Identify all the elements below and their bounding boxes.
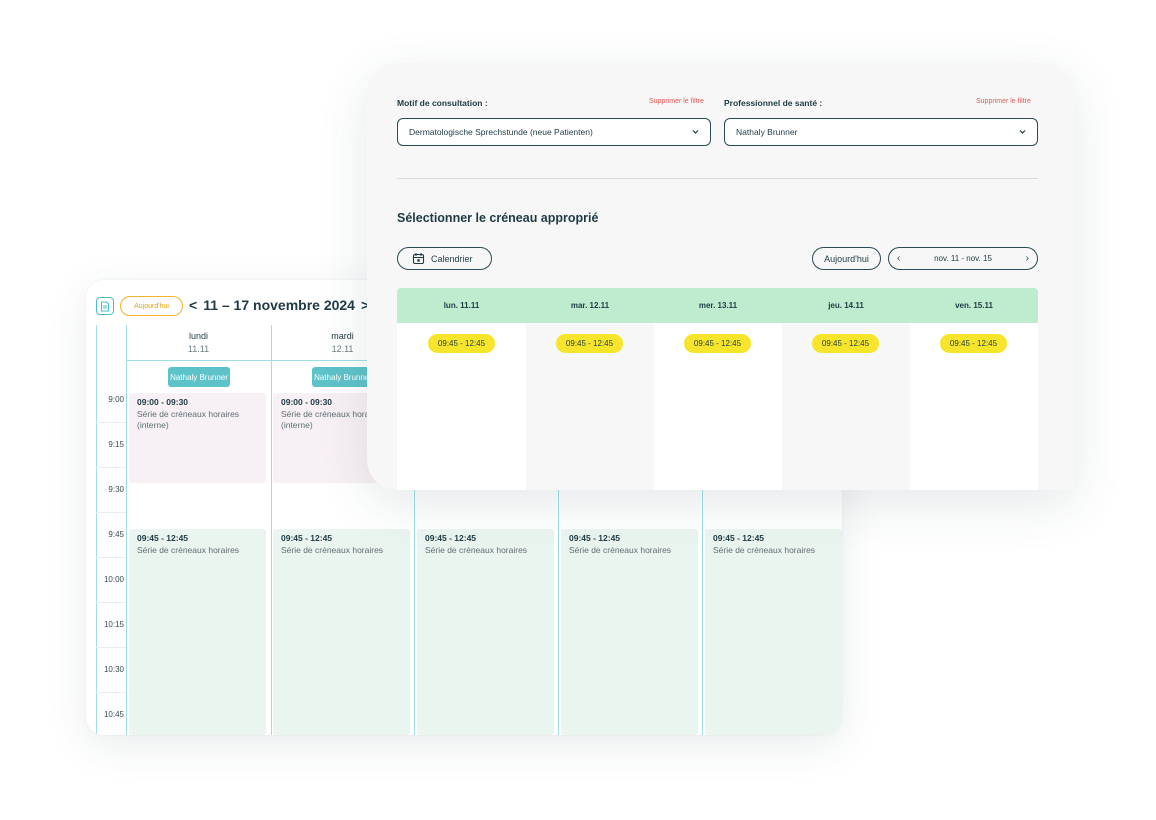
- day-date: 11.11: [187, 344, 210, 354]
- slot-series-event[interactable]: 09:45 - 12:45 Série de créneaux horaires: [561, 529, 698, 735]
- grid-line: [96, 422, 126, 423]
- event-time: 09:00 - 09:30: [137, 397, 189, 407]
- grid-line: [126, 325, 127, 735]
- chevron-down-icon: [692, 130, 699, 134]
- event-time: 09:45 - 12:45: [281, 533, 333, 543]
- today-button[interactable]: Aujourd'hui: [120, 296, 183, 316]
- reason-select[interactable]: Dermatologische Sprechstunde (neue Patie…: [397, 118, 711, 146]
- chevron-left-icon[interactable]: ‹: [897, 253, 900, 264]
- booking-card: Motif de consultation : Supprimer le fil…: [367, 63, 1074, 490]
- day-label: lun. 11.11: [443, 301, 480, 310]
- calendar-button-label: Calendrier: [431, 253, 473, 264]
- time-slot-button[interactable]: 09:45 - 12:45: [556, 334, 623, 353]
- date-range-navigator: ‹ nov. 11 - nov. 15 ›: [888, 247, 1038, 270]
- section-divider: [397, 178, 1038, 179]
- chevron-right-icon[interactable]: ›: [1026, 253, 1029, 264]
- day-name: lundi: [188, 331, 208, 341]
- grid-line: [96, 467, 126, 468]
- event-time: 09:45 - 12:45: [137, 533, 189, 543]
- week-range-title: 11 – 17 novembre 2024: [203, 297, 355, 313]
- time-label: 9:45: [108, 530, 124, 539]
- event-description: Série de créneaux horaires: [569, 545, 672, 555]
- prev-week-arrow[interactable]: <: [189, 297, 197, 313]
- time-label: 9:00: [108, 395, 124, 404]
- calendar-icon: [412, 253, 425, 265]
- professional-select[interactable]: Nathaly Brunner: [724, 118, 1038, 146]
- grid-line: [271, 325, 272, 735]
- reason-selected-value: Dermatologische Sprechstunde (neue Patie…: [409, 127, 593, 137]
- date-range-label: nov. 11 - nov. 15: [934, 254, 992, 263]
- time-slot-button[interactable]: 09:45 - 12:45: [428, 334, 495, 353]
- event-time: 09:45 - 12:45: [425, 533, 477, 543]
- event-description: Série de créneaux horaires: [137, 545, 240, 555]
- professional-clear-filter-link[interactable]: Supprimer le filtre: [976, 98, 1031, 105]
- event-time: 09:45 - 12:45: [569, 533, 621, 543]
- time-slot-button[interactable]: 09:45 - 12:45: [812, 334, 879, 353]
- grid-line: [96, 692, 126, 693]
- grid-line: [96, 602, 126, 603]
- slot-series-event[interactable]: 09:45 - 12:45 Série de créneaux horaires: [705, 529, 842, 735]
- event-description: Série de créneaux horaires (interne): [137, 409, 240, 431]
- time-slot-button[interactable]: 09:45 - 12:45: [684, 334, 751, 353]
- week-navigator: < 11 – 17 novembre 2024 >: [189, 297, 369, 313]
- time-slot-button[interactable]: 09:45 - 12:45: [940, 334, 1007, 353]
- time-label: 9:30: [108, 485, 124, 494]
- time-label: 10:00: [103, 575, 124, 584]
- professional-label: Professionnel de santé :: [724, 98, 823, 108]
- event-description: Série de créneaux horaires: [425, 545, 528, 555]
- time-label: 10:30: [103, 665, 124, 674]
- grid-line: [96, 557, 126, 558]
- section-title: Sélectionner le créneau approprié: [397, 211, 599, 225]
- slot-series-event[interactable]: 09:45 - 12:45 Série de créneaux horaires: [417, 529, 554, 735]
- chevron-down-icon: [1019, 130, 1026, 134]
- professional-chip[interactable]: Nathaly Brunner: [312, 367, 374, 387]
- day-label: mer. 13.11: [698, 301, 738, 310]
- calendar-button[interactable]: Calendrier: [397, 247, 492, 270]
- document-icon[interactable]: [96, 297, 114, 315]
- time-label: 10:15: [103, 620, 124, 629]
- event-description: Série de créneaux horaires: [713, 545, 816, 555]
- slot-series-event[interactable]: 09:45 - 12:45 Série de créneaux horaires: [129, 529, 266, 735]
- grid-line: [96, 512, 126, 513]
- day-label: ven. 15.11: [955, 301, 993, 310]
- day-header-monday: lundi 11.11: [126, 331, 271, 354]
- slot-series-event[interactable]: 09:45 - 12:45 Série de créneaux horaires: [273, 529, 410, 735]
- internal-event[interactable]: 09:00 - 09:30 Série de créneaux horaires…: [129, 393, 266, 483]
- event-time: 09:45 - 12:45: [713, 533, 765, 543]
- time-label: 9:15: [108, 440, 124, 449]
- reason-label: Motif de consultation :: [397, 98, 488, 108]
- day-label: jeu. 14.11: [828, 301, 864, 310]
- professional-chip[interactable]: Nathaly Brunner: [168, 367, 230, 387]
- reason-clear-filter-link[interactable]: Supprimer le filtre: [649, 98, 704, 105]
- today-button[interactable]: Aujourd'hui: [812, 247, 881, 270]
- grid-line: [96, 647, 126, 648]
- professional-selected-value: Nathaly Brunner: [736, 127, 798, 137]
- slot-table: lun. 11.11 mar. 12.11 mer. 13.11 jeu. 14…: [397, 288, 1038, 490]
- day-label: mar. 12.11: [570, 301, 610, 310]
- time-label: 10:45: [103, 710, 124, 719]
- event-description: Série de créneaux horaires: [281, 545, 384, 555]
